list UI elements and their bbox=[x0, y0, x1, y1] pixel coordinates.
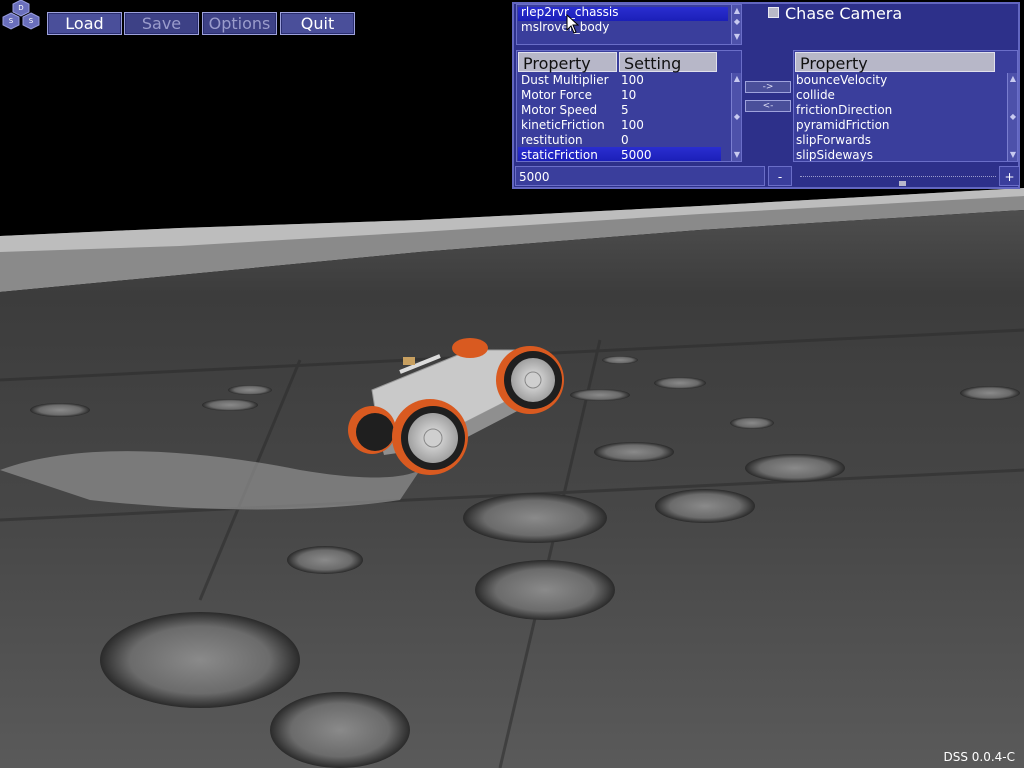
table-row-value[interactable]: 100 bbox=[621, 73, 644, 88]
table-row-value[interactable]: 100 bbox=[621, 118, 644, 133]
table-row-name[interactable]: restitution bbox=[521, 133, 583, 148]
column-header-available-property[interactable]: Property bbox=[795, 52, 995, 73]
chase-camera-checkbox[interactable] bbox=[768, 7, 779, 18]
increase-button[interactable]: + bbox=[999, 166, 1020, 186]
list-item[interactable]: pyramidFriction bbox=[796, 118, 890, 133]
scroll-thumb-icon[interactable]: ◆ bbox=[733, 18, 741, 26]
list-item[interactable]: collide bbox=[796, 88, 835, 103]
scroll-up-icon[interactable]: ▲ bbox=[733, 7, 741, 15]
body-list-scrollbar[interactable]: ▲ ◆ ▼ bbox=[731, 5, 741, 44]
scroll-down-icon[interactable]: ▼ bbox=[733, 151, 741, 159]
load-button[interactable]: Load bbox=[47, 12, 122, 35]
scroll-up-icon[interactable]: ▲ bbox=[1009, 75, 1017, 83]
available-properties-list[interactable]: Property bounceVelocity collide frictionDi… bbox=[793, 50, 1018, 162]
table-row-value[interactable]: 10 bbox=[621, 88, 636, 103]
list-item[interactable]: bounceVelocity bbox=[796, 73, 887, 88]
logo-letter: D bbox=[18, 4, 23, 12]
property-value-input[interactable]: 5000 bbox=[515, 166, 765, 186]
mouse-cursor-icon bbox=[566, 14, 580, 34]
slider-thumb[interactable] bbox=[898, 181, 906, 186]
column-header-setting[interactable]: Setting bbox=[619, 52, 717, 73]
list-item[interactable]: slipForwards bbox=[796, 133, 871, 148]
table-row-name[interactable]: staticFriction bbox=[521, 148, 598, 161]
scroll-thumb-icon[interactable]: ◆ bbox=[733, 113, 741, 121]
table-row-name[interactable]: kineticFriction bbox=[521, 118, 605, 133]
scroll-down-icon[interactable]: ▼ bbox=[1009, 151, 1017, 159]
version-label: DSS 0.0.4-C bbox=[943, 750, 1015, 764]
current-properties-table[interactable]: Property Setting Dust Multiplier 100 Motor… bbox=[516, 50, 742, 162]
logo-letter: S bbox=[29, 17, 34, 25]
body-list[interactable]: rlep2rvr_chassis mslrover_body ▲ ◆ ▼ bbox=[516, 4, 742, 45]
table-row-value[interactable]: 5 bbox=[621, 103, 629, 118]
list-item[interactable]: slipSideways bbox=[796, 148, 873, 161]
dss-logo: D S S bbox=[2, 0, 40, 30]
quit-button[interactable]: Quit bbox=[280, 12, 355, 35]
decrease-button[interactable]: - bbox=[768, 166, 792, 186]
table-row-value[interactable]: 5000 bbox=[621, 148, 652, 161]
options-button[interactable]: Options bbox=[202, 12, 277, 35]
scroll-thumb-icon[interactable]: ◆ bbox=[1009, 113, 1017, 121]
table-row-value[interactable]: 0 bbox=[621, 133, 629, 148]
properties-scrollbar[interactable]: ▲ ◆ ▼ bbox=[731, 73, 741, 161]
value-slider[interactable] bbox=[800, 176, 996, 179]
column-header-property[interactable]: Property bbox=[518, 52, 617, 73]
list-item[interactable]: frictionDirection bbox=[796, 103, 892, 118]
scroll-up-icon[interactable]: ▲ bbox=[733, 75, 741, 83]
chase-camera-label: Chase Camera bbox=[785, 4, 903, 23]
remove-property-button[interactable]: <- bbox=[745, 100, 791, 112]
add-property-button[interactable]: -> bbox=[745, 81, 791, 93]
available-scrollbar[interactable]: ▲ ◆ ▼ bbox=[1007, 73, 1017, 161]
table-row-name[interactable]: Dust Multiplier bbox=[521, 73, 609, 88]
scroll-down-icon[interactable]: ▼ bbox=[733, 33, 741, 41]
logo-letter: S bbox=[9, 17, 14, 25]
table-row-name[interactable]: Motor Force bbox=[521, 88, 592, 103]
save-button[interactable]: Save bbox=[124, 12, 199, 35]
table-row-name[interactable]: Motor Speed bbox=[521, 103, 597, 118]
